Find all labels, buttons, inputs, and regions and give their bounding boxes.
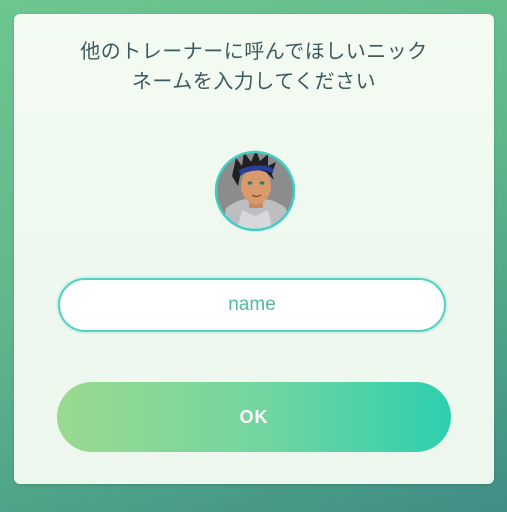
ok-button[interactable]: OK — [57, 382, 451, 452]
dialog-title: 他のトレーナーに呼んでほしいニック ネームを入力してください — [54, 36, 454, 96]
dialog-title-line-2: ネームを入力してください — [131, 69, 377, 93]
trainer-avatar-icon — [214, 150, 296, 232]
nickname-input[interactable] — [58, 278, 446, 332]
avatar — [202, 130, 306, 234]
dialog-title-line-1: 他のトレーナーに呼んでほしいニック — [80, 39, 428, 63]
nickname-dialog: 他のトレーナーに呼んでほしいニック ネームを入力してください name OK — [14, 14, 494, 484]
